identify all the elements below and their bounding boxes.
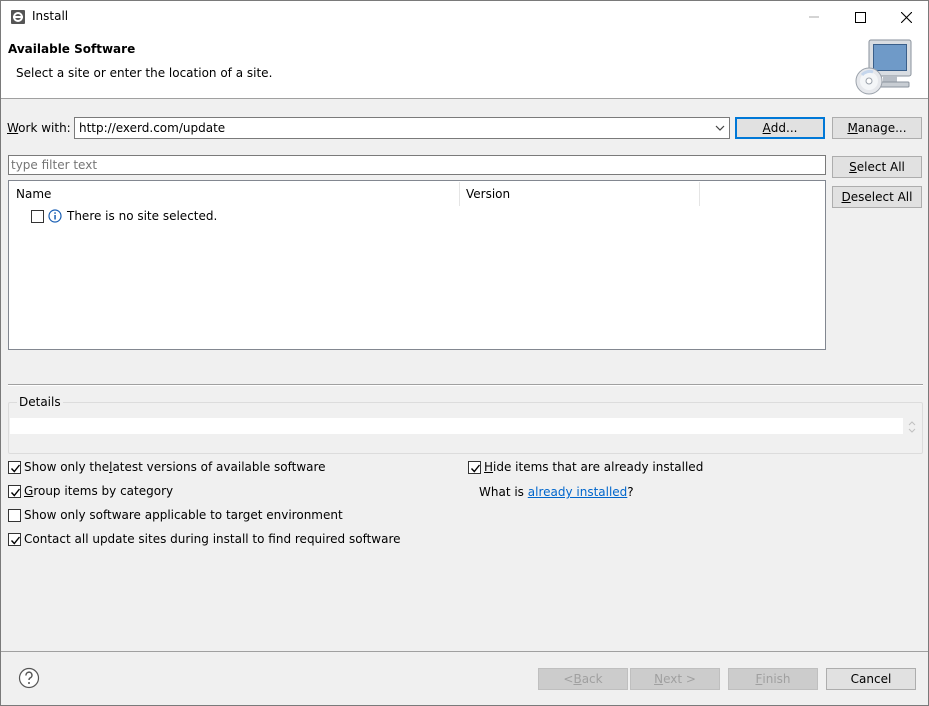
column-divider[interactable]: [699, 182, 700, 206]
select-all-button[interactable]: Select All: [832, 156, 922, 178]
add-button[interactable]: Add...: [735, 117, 825, 139]
checkbox-checked[interactable]: [8, 532, 21, 546]
work-with-combo[interactable]: http://exerd.com/update: [74, 117, 730, 139]
row-checkbox[interactable]: [31, 209, 44, 223]
checkmark-icon: [10, 488, 21, 497]
page-subtitle: Select a site or enter the location of a…: [16, 66, 273, 80]
work-with-label: Work with:: [7, 121, 71, 135]
filter-field[interactable]: [8, 155, 826, 175]
checkbox-checked[interactable]: [8, 484, 21, 498]
details-text: [10, 418, 903, 434]
finish-button[interactable]: Finish: [728, 668, 818, 690]
row-text: There is no site selected.: [67, 209, 218, 223]
maximize-icon: [854, 11, 866, 23]
page-title: Available Software: [8, 42, 136, 56]
window-title: Install: [32, 9, 69, 23]
tree-row[interactable]: There is no site selected.: [31, 208, 217, 224]
tree-header: Name Version: [9, 181, 825, 207]
scroll-arrows-icon[interactable]: [904, 418, 920, 435]
column-divider[interactable]: [459, 182, 460, 206]
back-button[interactable]: < Back: [538, 668, 628, 690]
deselect-all-button[interactable]: Deselect All: [832, 186, 922, 208]
minimize-button[interactable]: [791, 1, 837, 33]
checkbox-checked[interactable]: [8, 460, 21, 474]
checkbox-unchecked[interactable]: [8, 508, 21, 522]
install-dialog: Install Available Software Select a site…: [0, 0, 929, 706]
title-bar: Install: [1, 1, 928, 33]
sash-separator[interactable]: [8, 384, 923, 386]
option-hide-installed[interactable]: Hide items that are already installed: [468, 460, 703, 474]
work-with-value: http://exerd.com/update: [79, 121, 226, 135]
footer-separator: [1, 651, 928, 652]
maximize-button[interactable]: [837, 1, 883, 33]
minimize-icon: [809, 16, 819, 18]
checkmark-icon: [470, 464, 481, 473]
close-icon: [900, 11, 912, 23]
option-group-by-category[interactable]: Group items by category: [8, 484, 173, 498]
software-tree[interactable]: Name Version There is no site selected.: [8, 180, 826, 350]
checkmark-icon: [10, 536, 21, 545]
manage-button[interactable]: Manage...: [832, 117, 922, 139]
filter-input[interactable]: [11, 158, 811, 172]
cancel-button[interactable]: Cancel: [826, 668, 916, 690]
checkbox-checked[interactable]: [468, 460, 481, 474]
details-legend: Details: [17, 395, 63, 409]
install-computer-cd-icon: [855, 39, 912, 95]
close-button[interactable]: [883, 1, 929, 33]
next-button[interactable]: Next >: [630, 668, 720, 690]
eclipse-app-icon: [11, 10, 25, 24]
option-applicable-only[interactable]: Show only software applicable to target …: [8, 508, 343, 522]
what-is-installed-text: What is already installed?: [479, 485, 634, 499]
wizard-header: Available Software Select a site or ente…: [1, 33, 928, 99]
option-contact-all-sites[interactable]: Contact all update sites during install …: [8, 532, 401, 546]
column-version[interactable]: Version: [466, 187, 510, 201]
column-name[interactable]: Name: [16, 187, 51, 201]
option-latest-versions[interactable]: Show only the l atest versions of availab…: [8, 460, 326, 474]
help-icon[interactable]: [18, 667, 40, 689]
chevron-down-icon: [715, 125, 725, 131]
checkmark-icon: [10, 464, 21, 473]
info-icon: [48, 209, 62, 223]
already-installed-link[interactable]: already installed: [528, 485, 628, 499]
